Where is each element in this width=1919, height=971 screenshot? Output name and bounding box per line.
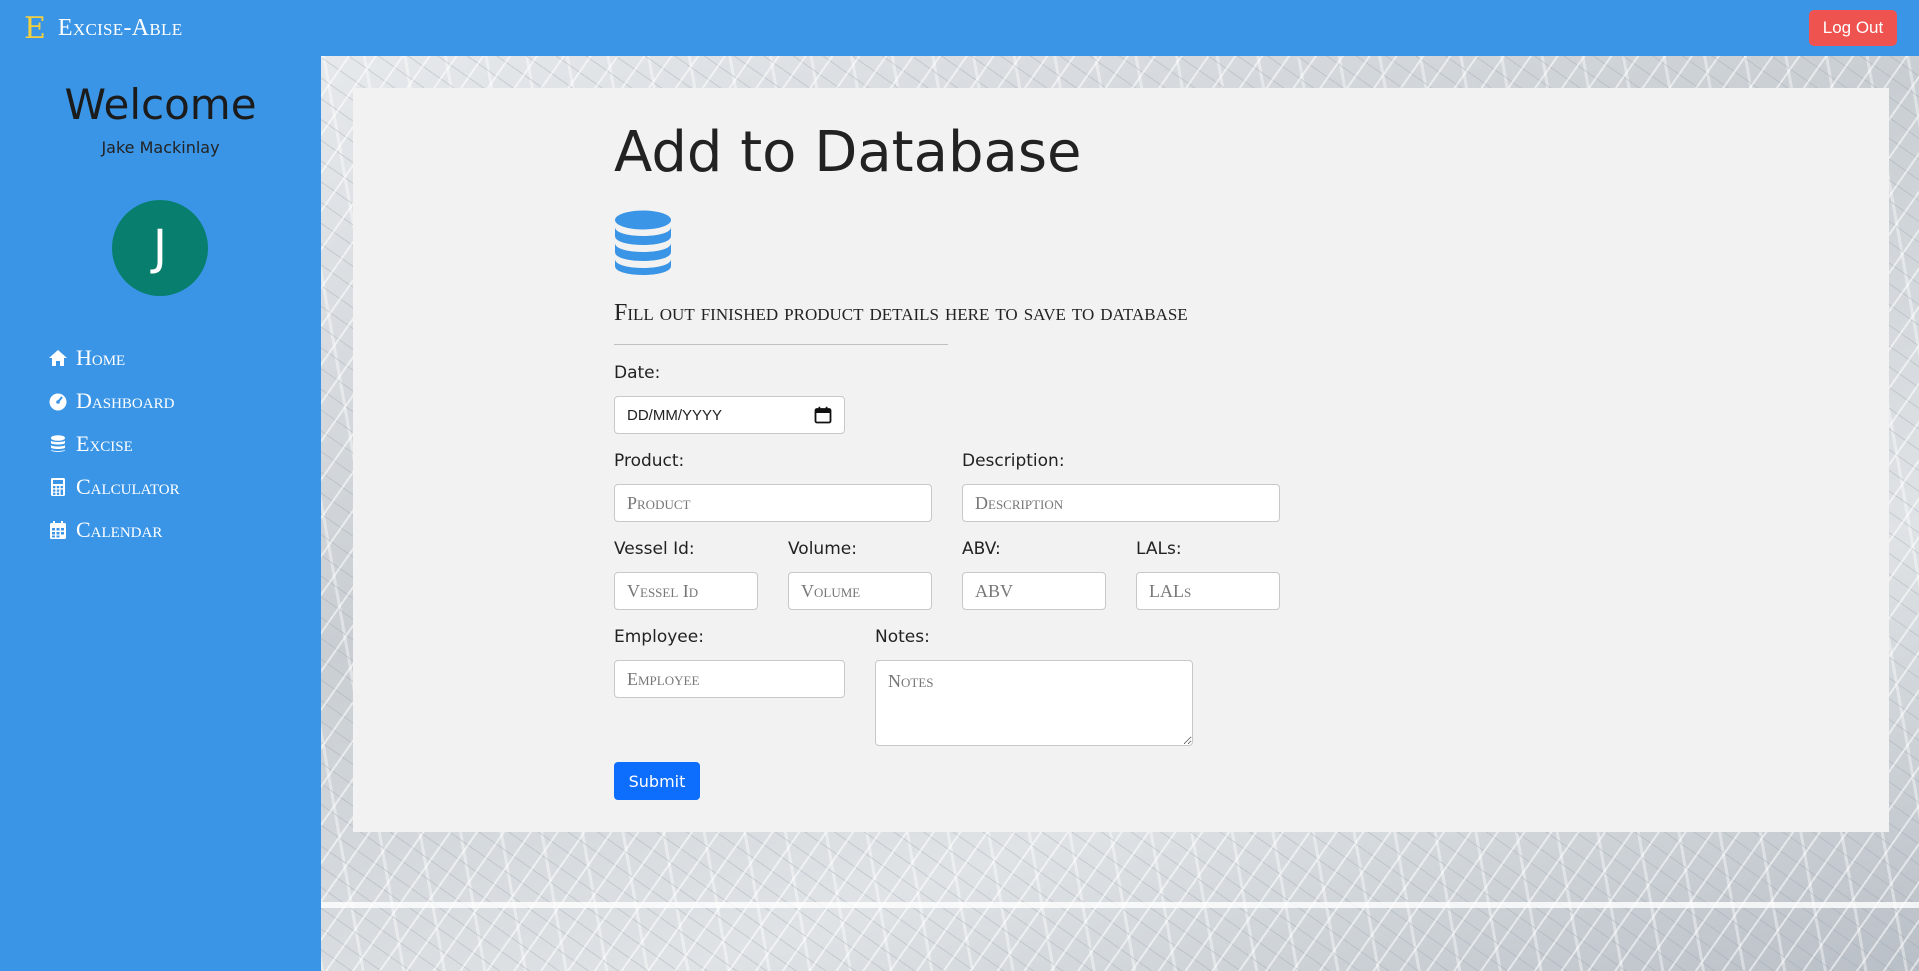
sidebar-item-home[interactable]: Home: [48, 336, 180, 379]
volume-input[interactable]: [788, 572, 932, 610]
notes-textarea[interactable]: [875, 660, 1193, 746]
house-icon: [48, 348, 68, 368]
database-icon: [48, 434, 68, 454]
lals-label: LALs:: [1136, 539, 1182, 559]
volume-label: Volume:: [788, 539, 857, 559]
sidebar-item-calculator[interactable]: Calculator: [48, 465, 180, 508]
content-panel: Add to Database Fill out finished produc…: [353, 88, 1889, 832]
date-label: Date:: [614, 363, 661, 383]
sidebar-item-label: Dashboard: [76, 387, 175, 413]
abv-input[interactable]: [962, 572, 1106, 610]
vessel-id-input[interactable]: [614, 572, 758, 610]
sidebar: Welcome Jake Mackinlay J Home Dashboard …: [0, 56, 321, 971]
brand[interactable]: E Excise-Able: [24, 10, 182, 46]
brand-logo: E: [24, 10, 46, 46]
sidebar-item-excise[interactable]: Excise: [48, 422, 180, 465]
date-input[interactable]: DD/MM/YYYY: [614, 396, 845, 434]
product-input[interactable]: [614, 484, 932, 522]
page-title: Add to Database: [614, 120, 1082, 185]
sidebar-item-calendar[interactable]: Calendar: [48, 508, 180, 551]
sidebar-item-label: Calendar: [76, 516, 163, 542]
page-subtitle: Fill out finished product details here t…: [614, 300, 1188, 326]
date-value: DD/MM/YYYY: [627, 406, 723, 424]
background-seam: [321, 902, 1919, 908]
submit-button[interactable]: Submit: [614, 762, 700, 800]
product-label: Product:: [614, 451, 685, 471]
divider: [614, 344, 948, 345]
description-input[interactable]: [962, 484, 1280, 522]
employee-input[interactable]: [614, 660, 845, 698]
top-navbar: E Excise-Able Log Out: [0, 0, 1919, 56]
brand-name: Excise-Able: [57, 14, 183, 41]
vessel-id-label: Vessel Id:: [614, 539, 695, 559]
welcome-heading: Welcome: [64, 80, 257, 129]
sidebar-nav: Home Dashboard Excise Calculator Calenda…: [48, 336, 180, 551]
user-name: Jake Mackinlay: [101, 138, 220, 157]
notes-label: Notes:: [875, 627, 930, 647]
sidebar-item-label: Home: [76, 344, 126, 370]
calculator-icon: [48, 477, 68, 497]
sidebar-item-label: Calculator: [76, 473, 180, 499]
logout-button[interactable]: Log Out: [1809, 10, 1897, 46]
abv-label: ABV:: [962, 539, 1001, 559]
sidebar-item-label: Excise: [76, 430, 133, 456]
database-icon: [614, 210, 672, 276]
description-label: Description:: [962, 451, 1065, 471]
employee-label: Employee:: [614, 627, 704, 647]
gauge-icon: [48, 391, 68, 411]
calendar-picker-icon[interactable]: [814, 406, 832, 424]
avatar: J: [112, 200, 208, 296]
calendar-icon: [48, 520, 68, 540]
lals-input[interactable]: [1136, 572, 1280, 610]
sidebar-item-dashboard[interactable]: Dashboard: [48, 379, 180, 422]
